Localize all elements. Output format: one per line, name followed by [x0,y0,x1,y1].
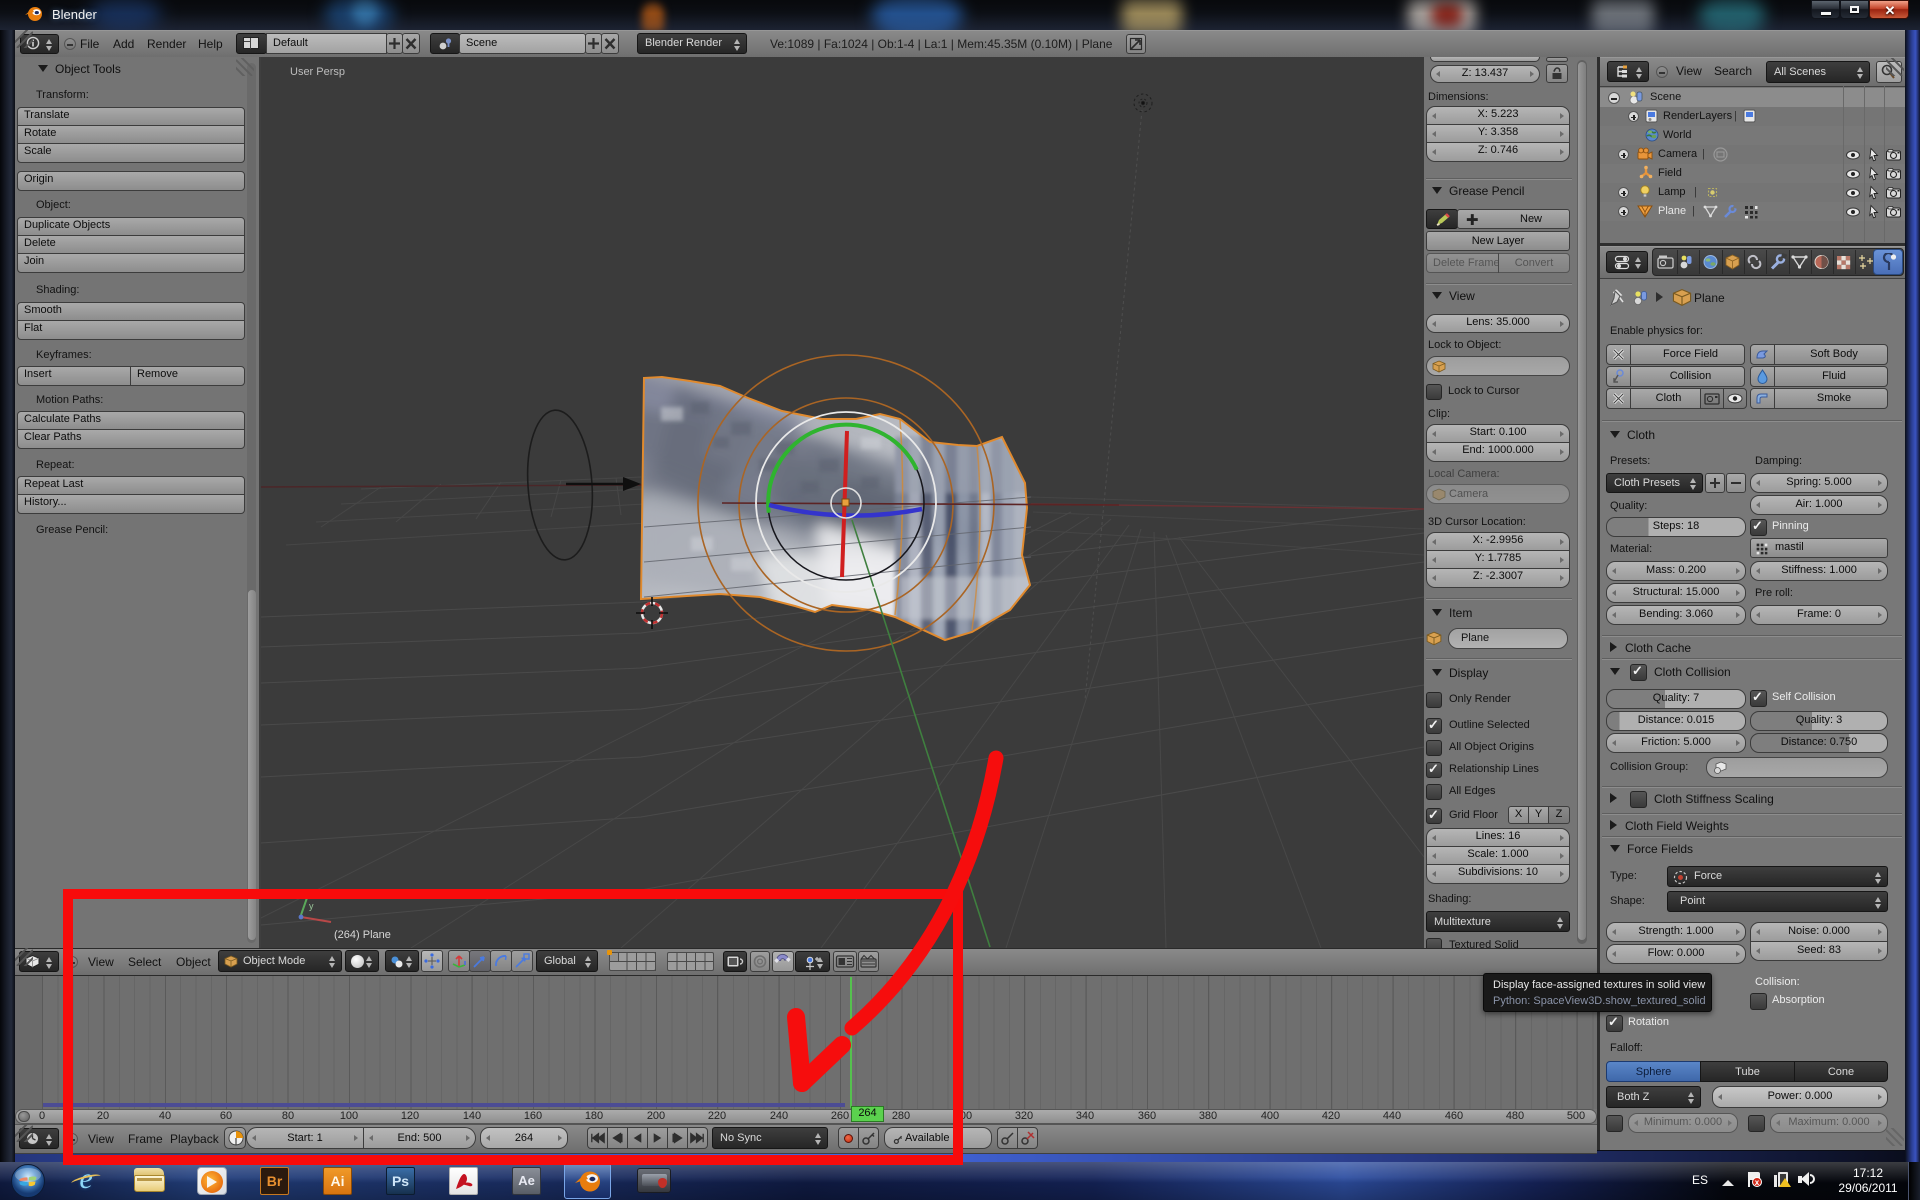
svg-text:User Persp: User Persp [290,66,345,78]
